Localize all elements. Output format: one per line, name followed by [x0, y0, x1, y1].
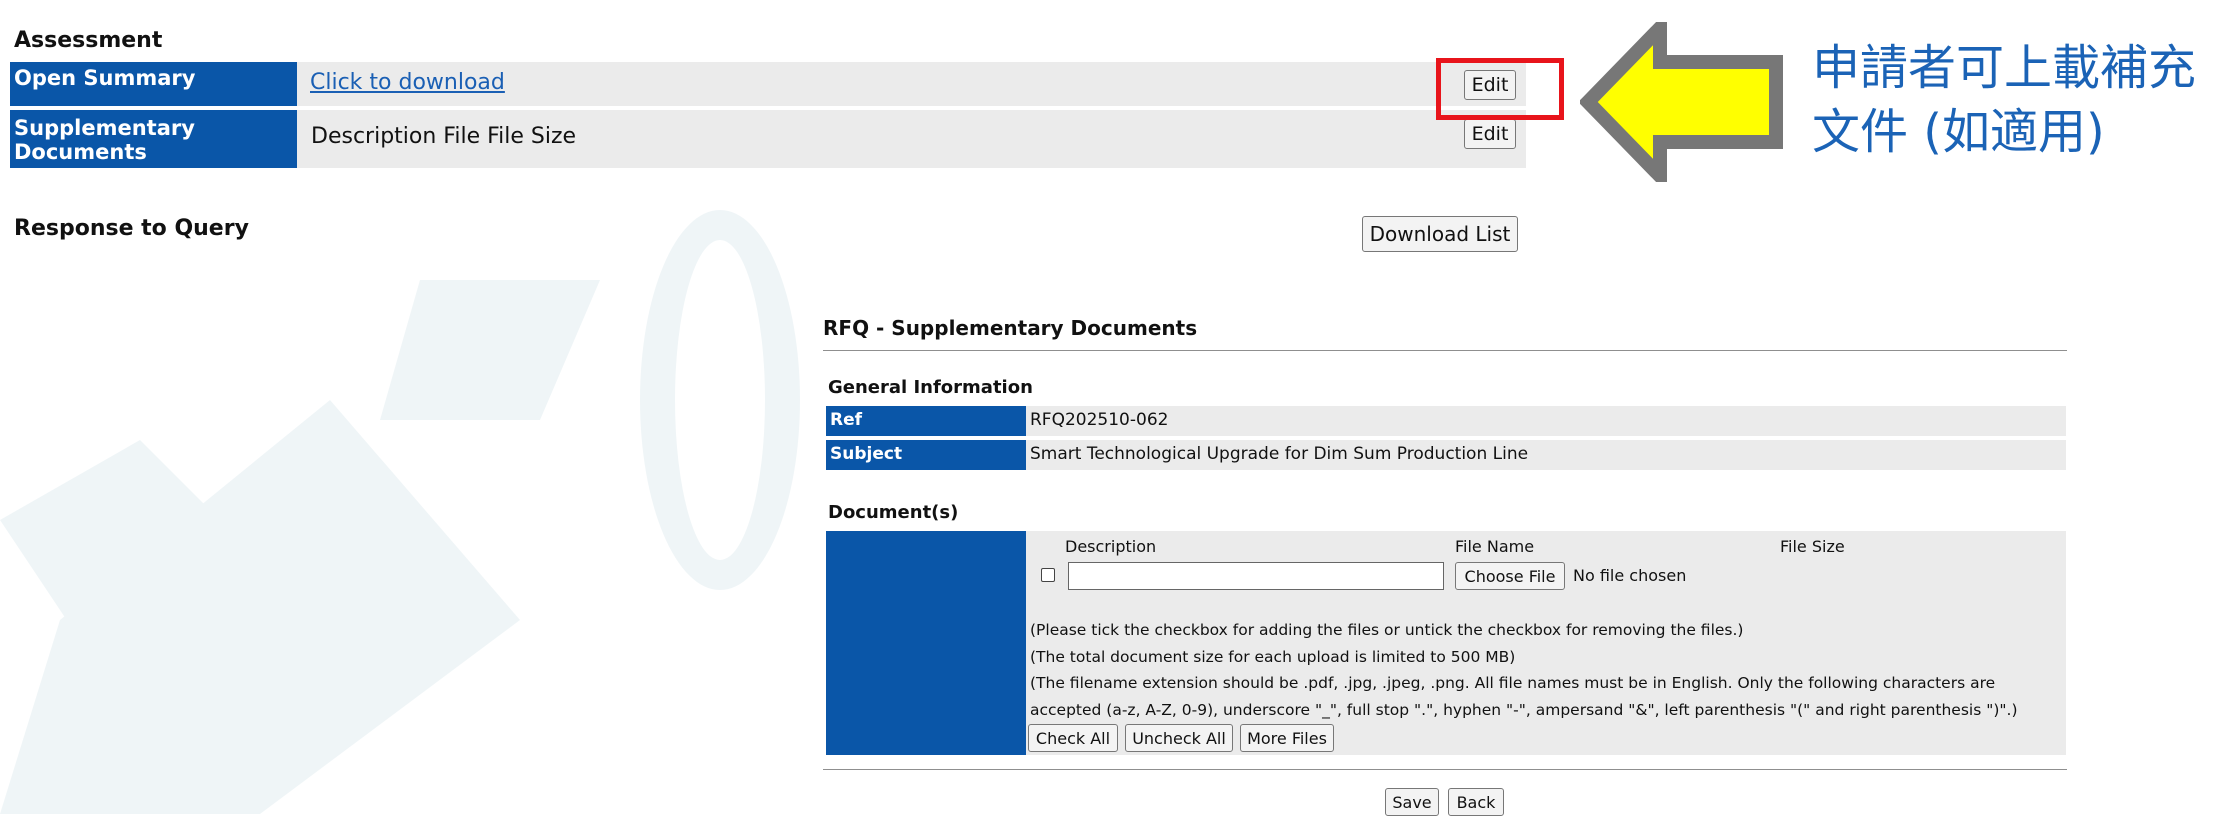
ref-value: RFQ202510-062 — [1026, 406, 2066, 436]
col-description-header: Description — [1065, 537, 1157, 556]
back-button[interactable]: Back — [1448, 788, 1504, 816]
assessment-title: Assessment — [14, 28, 163, 53]
documents-title: Document(s) — [828, 502, 959, 523]
documents-label-cell — [826, 531, 1026, 755]
download-list-button[interactable]: Download List — [1362, 216, 1518, 252]
col-file-size-header: File Size — [1780, 537, 1845, 556]
description-input[interactable] — [1068, 562, 1444, 590]
uncheck-all-button[interactable]: Uncheck All — [1125, 724, 1233, 752]
save-button[interactable]: Save — [1385, 788, 1439, 816]
response-to-query-title: Response to Query — [14, 216, 249, 241]
supplementary-documents-columns: Description File File Size — [311, 124, 577, 149]
subject-label: Subject — [826, 440, 1026, 470]
choose-file-button[interactable]: Choose File — [1455, 562, 1565, 590]
callout-line-2: 文件 (如適用) — [1812, 104, 2105, 160]
edit-highlight-box — [1436, 58, 1564, 120]
note-checkbox: (Please tick the checkbox for adding the… — [1030, 621, 1744, 639]
click-to-download-link[interactable]: Click to download — [310, 70, 505, 95]
ref-label: Ref — [826, 406, 1026, 436]
check-all-button[interactable]: Check All — [1028, 724, 1118, 752]
arrow-left-icon — [1580, 22, 1783, 182]
no-file-chosen-text: No file chosen — [1573, 566, 1687, 585]
note-filename-rules: (The filename extension should be .pdf, … — [1030, 674, 1996, 692]
callout-line-1: 申請者可上載補充 — [1812, 40, 2197, 96]
more-files-button[interactable]: More Files — [1240, 724, 1334, 752]
dialog-divider-bottom — [823, 769, 2067, 770]
note-size-limit: (The total document size for each upload… — [1030, 648, 1516, 666]
supplementary-documents-label: Supplementary Documents — [10, 110, 297, 168]
dialog-divider-top — [823, 350, 2067, 351]
dialog-title: RFQ - Supplementary Documents — [823, 316, 1198, 340]
open-summary-label: Open Summary — [10, 62, 297, 106]
note-accepted-characters: accepted (a-z, A-Z, 0-9), underscore "_"… — [1030, 701, 2018, 719]
document-select-checkbox[interactable] — [1041, 568, 1055, 582]
general-information-title: General Information — [828, 377, 1033, 398]
supplementary-documents-label-text: Supplementary Documents — [14, 116, 195, 164]
supplementary-documents-edit-button[interactable]: Edit — [1464, 119, 1516, 149]
col-file-name-header: File Name — [1455, 537, 1535, 556]
subject-value: Smart Technological Upgrade for Dim Sum … — [1026, 440, 2066, 470]
